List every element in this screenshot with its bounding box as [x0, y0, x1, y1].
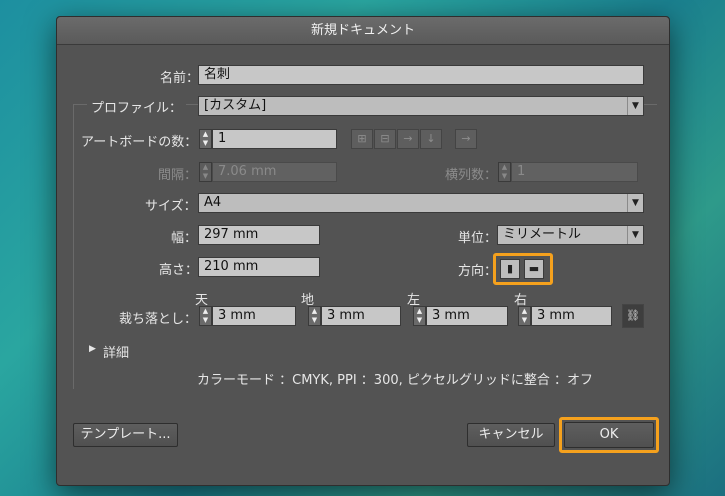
units-select-value: ミリメートル — [503, 227, 582, 242]
dialog-title: 新規ドキュメント — [57, 17, 669, 45]
dropdown-arrow-icon: ▼ — [627, 194, 643, 212]
dropdown-arrow-icon: ▼ — [627, 97, 643, 115]
bleed-top-input[interactable]: 3 mm — [212, 306, 296, 326]
orientation-label: 方向： — [458, 264, 498, 279]
cancel-button[interactable]: キャンセル — [467, 423, 555, 447]
spacing-label: 間隔： — [158, 168, 198, 183]
bleed-left-stepper[interactable]: ▲ ▼ — [413, 306, 426, 326]
profile-select[interactable]: [カスタム] ▼ — [198, 96, 644, 116]
new-document-dialog: 新規ドキュメント 名前： 名刺 プロファイル： [カスタム] ▼ アートボードの… — [56, 16, 670, 486]
templates-button[interactable]: テンプレート... — [73, 423, 178, 447]
bleed-bottom-stepper[interactable]: ▲ ▼ — [308, 306, 321, 326]
arrange-by-column-icon[interactable]: ↓ — [420, 129, 442, 149]
dropdown-arrow-icon: ▼ — [627, 226, 643, 244]
right-to-left-icon[interactable]: → — [455, 129, 477, 149]
bleed-bottom-input[interactable]: 3 mm — [321, 306, 401, 326]
grid-by-row-icon[interactable]: ⊞ — [351, 129, 373, 149]
columns-label: 横列数： — [445, 168, 498, 183]
width-input[interactable]: 297 mm — [198, 225, 320, 245]
spacing-input: 7.06 mm — [212, 162, 337, 182]
link-chain-icon[interactable]: ⛓ — [622, 304, 644, 328]
size-select[interactable]: A4 ▼ — [198, 193, 644, 213]
profile-label: プロファイル： — [87, 97, 187, 116]
artboards-stepper[interactable]: ▲ ▼ — [199, 129, 212, 149]
spacing-stepper: ▲ ▼ — [199, 162, 212, 182]
size-label: サイズ： — [145, 199, 197, 214]
artboards-input[interactable]: 1 — [212, 129, 337, 149]
grid-by-column-icon[interactable]: ⊟ — [374, 129, 396, 149]
units-label: 単位： — [458, 231, 498, 246]
units-select[interactable]: ミリメートル ▼ — [497, 225, 644, 245]
advanced-toggle[interactable]: 詳細 — [103, 342, 129, 361]
disclosure-triangle-icon[interactable]: ▶ — [89, 344, 96, 354]
height-input[interactable]: 210 mm — [198, 257, 320, 277]
bleed-right-input[interactable]: 3 mm — [531, 306, 612, 326]
name-label: 名前： — [160, 71, 200, 86]
profile-select-value: [カスタム] — [204, 98, 267, 113]
arrange-by-row-icon[interactable]: → — [397, 129, 419, 149]
document-summary: カラーモード ：CMYK, PPI ：300, ピクセルグリッドに整合 ：オフ — [197, 373, 594, 388]
bleed-top-stepper[interactable]: ▲ ▼ — [199, 306, 212, 326]
landscape-icon[interactable]: ▬ — [524, 259, 544, 279]
name-input[interactable]: 名刺 — [198, 65, 644, 85]
portrait-icon[interactable]: ▮ — [500, 259, 520, 279]
bleed-left-input[interactable]: 3 mm — [426, 306, 508, 326]
height-label: 高さ： — [159, 263, 199, 278]
size-select-value: A4 — [204, 195, 222, 210]
columns-stepper: ▲ ▼ — [498, 162, 511, 182]
bleed-label: 裁ち落とし： — [119, 312, 198, 327]
columns-input: 1 — [511, 162, 638, 182]
bleed-right-stepper[interactable]: ▲ ▼ — [518, 306, 531, 326]
artboards-label: アートボードの数： — [81, 135, 198, 150]
width-label: 幅： — [171, 231, 198, 246]
ok-button[interactable]: OK — [564, 422, 654, 448]
